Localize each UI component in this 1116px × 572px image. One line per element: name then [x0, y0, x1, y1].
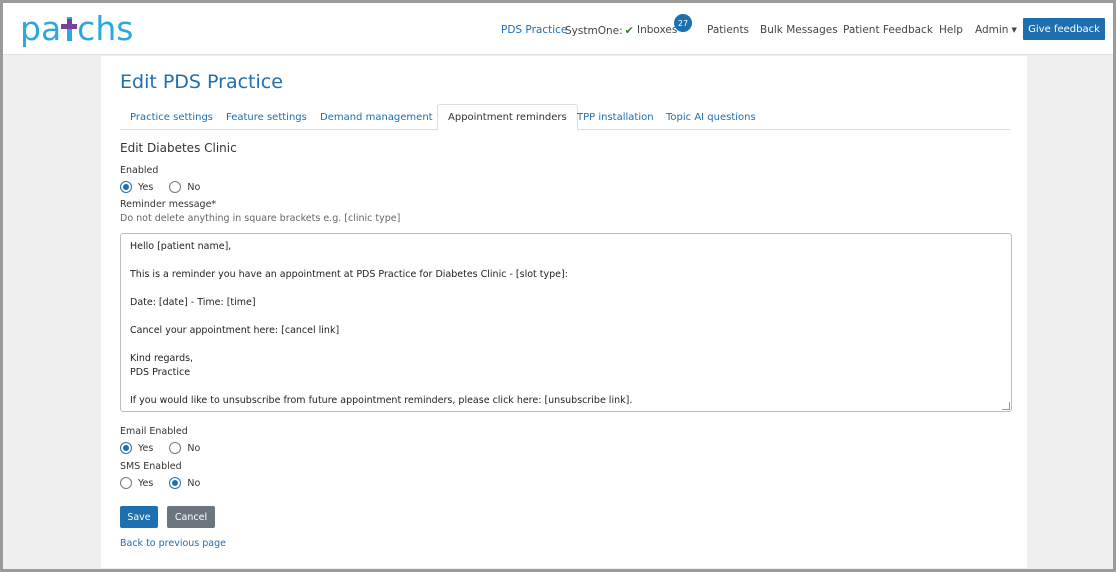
sms-no-label[interactable]: No: [187, 478, 200, 489]
patchs-logo[interactable]: pa chs: [20, 9, 133, 49]
nav-inboxes-link[interactable]: Inboxes: [637, 24, 677, 36]
tab-appointment-reminders[interactable]: Appointment reminders: [437, 104, 578, 131]
message-line: If you would like to unsubscribe from fu…: [130, 395, 633, 406]
message-line: Kind regards,: [130, 353, 194, 364]
nav-bulk-messages-link[interactable]: Bulk Messages: [760, 24, 838, 36]
tab-demand-management[interactable]: Demand management: [310, 104, 443, 130]
top-navbar: pa chs PDS Practice SystmOne: ✔ Inboxes 27…: [3, 3, 1113, 55]
cancel-button[interactable]: Cancel: [167, 506, 215, 528]
check-icon: ✔: [624, 24, 634, 37]
app-frame: pa chs PDS Practice SystmOne: ✔ Inboxes 27…: [0, 0, 1116, 572]
sms-no-radio[interactable]: [169, 477, 182, 489]
nav-systmone-status: SystmOne: ✔: [565, 24, 634, 37]
message-line: PDS Practice: [130, 367, 191, 378]
email-enabled-label: Email Enabled: [120, 426, 188, 437]
enabled-label: Enabled: [120, 165, 159, 176]
admin-label: Admin: [975, 24, 1009, 36]
nav-patient-feedback-link[interactable]: Patient Feedback: [843, 24, 933, 36]
sms-enabled-label: SMS Enabled: [120, 461, 182, 472]
email-no-label[interactable]: No: [187, 443, 200, 454]
message-line: [130, 254, 1002, 268]
enabled-no-label[interactable]: No: [187, 182, 200, 193]
enabled-no-radio[interactable]: [169, 181, 182, 193]
page-title: Edit PDS Practice: [120, 71, 283, 93]
inbox-count-badge: 27: [674, 14, 692, 32]
logo-text-left: pa: [20, 9, 62, 48]
nav-practice-link[interactable]: PDS Practice: [501, 24, 567, 36]
tab-tpp-installation[interactable]: TPP installation: [567, 104, 664, 130]
resize-handle-icon[interactable]: [1002, 402, 1010, 410]
tab-topic-ai-questions[interactable]: Topic AI questions: [656, 104, 766, 130]
tab-practice-settings[interactable]: Practice settings: [120, 104, 223, 130]
sms-yes-radio[interactable]: [120, 477, 132, 489]
logo-text-right: chs: [77, 9, 134, 48]
content-card: Edit PDS Practice Practice settings Feat…: [101, 56, 1027, 568]
systmone-label: SystmOne:: [565, 25, 623, 37]
caret-down-icon: ▼: [1011, 26, 1017, 34]
enabled-yes-radio[interactable]: [120, 181, 132, 193]
sms-enabled-radio-group: Yes No: [120, 477, 216, 489]
message-line: This is a reminder you have an appointme…: [130, 269, 568, 280]
email-no-radio[interactable]: [169, 442, 182, 454]
save-button[interactable]: Save: [120, 506, 158, 528]
section-title: Edit Diabetes Clinic: [120, 141, 237, 155]
nav-admin-dropdown[interactable]: Admin ▼: [975, 24, 1017, 36]
sms-yes-label[interactable]: Yes: [138, 478, 153, 489]
message-line: Cancel your appointment here: [cancel li…: [130, 325, 340, 336]
enabled-yes-label[interactable]: Yes: [138, 182, 153, 193]
nav-help-link[interactable]: Help: [939, 24, 963, 36]
message-line: Hello [patient name],: [130, 241, 232, 252]
email-enabled-radio-group: Yes No: [120, 442, 216, 454]
back-to-previous-page-link[interactable]: Back to previous page: [120, 538, 226, 549]
give-feedback-button[interactable]: Give feedback: [1023, 18, 1105, 40]
message-line: Date: [date] - Time: [time]: [130, 297, 256, 308]
nav-patients-link[interactable]: Patients: [707, 24, 749, 36]
reminder-message-hint: Do not delete anything in square bracket…: [120, 213, 401, 224]
reminder-message-label: Reminder message*: [120, 199, 217, 210]
enabled-radio-group: Yes No: [120, 181, 216, 193]
logo-cross-icon: [61, 17, 78, 41]
message-line: [130, 380, 1002, 394]
tab-feature-settings[interactable]: Feature settings: [216, 104, 317, 130]
email-yes-label[interactable]: Yes: [138, 443, 153, 454]
reminder-message-textarea[interactable]: Hello [patient name], This is a reminder…: [120, 233, 1012, 412]
message-line: [130, 282, 1002, 296]
message-line: [130, 310, 1002, 324]
email-yes-radio[interactable]: [120, 442, 132, 454]
message-line: [130, 338, 1002, 352]
settings-tabs: Practice settings Feature settings Deman…: [120, 104, 1010, 131]
